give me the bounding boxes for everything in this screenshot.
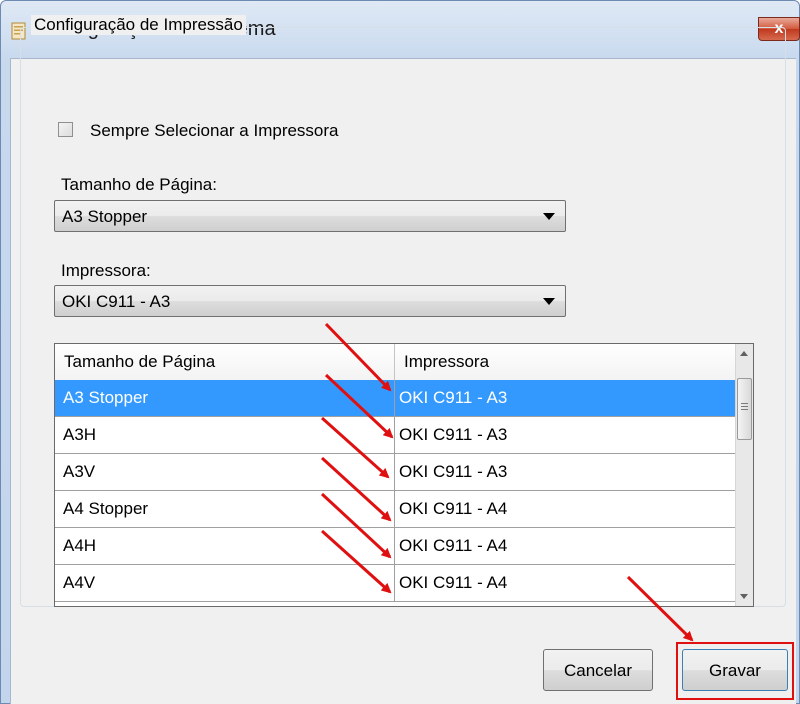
cell-page-size[interactable]: A3V [55, 454, 395, 490]
cell-printer[interactable]: OKI C911 - A3 [395, 417, 736, 453]
table-row[interactable]: A3V OKI C911 - A3 [55, 454, 736, 491]
cell-page-size[interactable]: A3 Stopper [55, 380, 395, 416]
grip-line [741, 406, 748, 407]
grid-vertical-scrollbar[interactable] [735, 344, 753, 606]
highlight-box [676, 642, 794, 700]
scroll-down-icon[interactable] [740, 594, 748, 599]
table-row[interactable]: A3 Stopper OKI C911 - A3 [55, 380, 736, 417]
always-select-printer-checkbox[interactable] [58, 122, 73, 137]
printer-label: Impressora: [61, 261, 151, 280]
chevron-down-icon[interactable] [543, 298, 555, 305]
grid-header: Tamanho de Página Impressora [55, 344, 736, 381]
table-row[interactable]: A3H OKI C911 - A3 [55, 417, 736, 454]
cell-page-size[interactable]: A4H [55, 528, 395, 564]
cell-printer[interactable]: OKI C911 - A3 [395, 380, 736, 416]
print-settings-group-title: Configuração de Impressão [31, 15, 246, 35]
scroll-up-icon[interactable] [740, 351, 748, 356]
scroll-thumb[interactable] [737, 378, 752, 440]
printer-value: OKI C911 - A3 [62, 292, 171, 311]
cell-printer[interactable]: OKI C911 - A4 [395, 528, 736, 564]
cell-page-size[interactable]: A3H [55, 417, 395, 453]
page-size-combobox[interactable]: A3 Stopper [54, 200, 566, 232]
column-header-page-size[interactable]: Tamanho de Página [55, 344, 395, 380]
column-header-printer[interactable]: Impressora [395, 344, 736, 380]
page-size-value: A3 Stopper [62, 207, 148, 226]
grip-line [741, 403, 748, 404]
page-printer-grid[interactable]: Tamanho de Página Impressora A3 Stopper … [54, 343, 754, 607]
table-row[interactable]: A4H OKI C911 - A4 [55, 528, 736, 565]
always-select-printer-label[interactable]: Sempre Selecionar a Impressora [90, 121, 339, 141]
cell-printer[interactable]: OKI C911 - A3 [395, 454, 736, 490]
cell-page-size[interactable]: A4V [55, 565, 395, 601]
cell-printer[interactable]: OKI C911 - A4 [395, 491, 736, 527]
chevron-down-icon[interactable] [543, 213, 555, 220]
printer-combobox[interactable]: OKI C911 - A3 [54, 285, 566, 317]
table-row[interactable]: A4V OKI C911 - A4 [55, 565, 736, 602]
grip-line [741, 409, 748, 410]
page-size-label: Tamanho de Página: [61, 175, 217, 194]
table-row[interactable]: A4 Stopper OKI C911 - A4 [55, 491, 736, 528]
cell-printer[interactable]: OKI C911 - A4 [395, 565, 736, 601]
cell-page-size[interactable]: A4 Stopper [55, 491, 395, 527]
cancel-button[interactable]: Cancelar [543, 649, 653, 691]
